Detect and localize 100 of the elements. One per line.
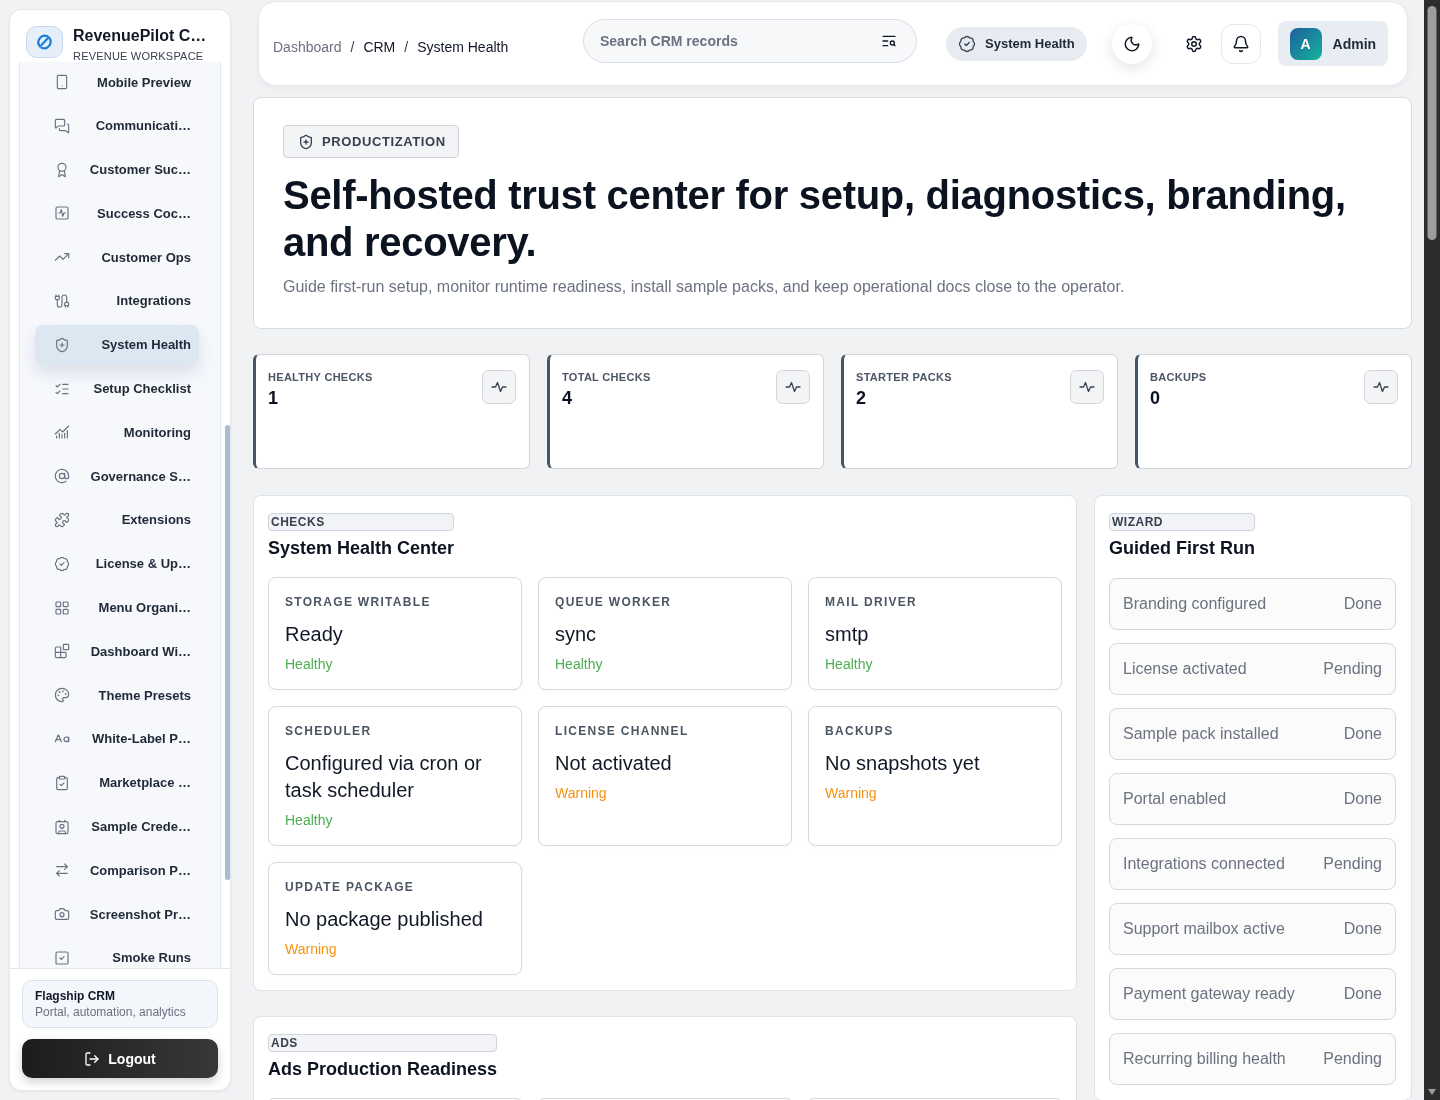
check-value: sync	[555, 622, 597, 647]
square-check-icon	[54, 949, 70, 966]
check-label: BACKUPS	[825, 723, 894, 739]
sidebar-item[interactable]: Sample Crede…	[35, 806, 199, 847]
check-status: Warning	[825, 784, 877, 803]
sidebar-item[interactable]: License & Up…	[35, 543, 199, 584]
sidebar-item[interactable]: Integrations	[35, 281, 199, 321]
section-tag: ADS	[268, 1034, 498, 1052]
check-value: Not activated	[555, 751, 672, 776]
badge-check-icon	[958, 34, 976, 53]
breadcrumb-link[interactable]: Dashboard	[273, 39, 342, 55]
step-status: Done	[1343, 985, 1382, 1003]
pulse-icon	[776, 370, 810, 404]
page-title: Self-hosted trust center for setup, diagnostics, branding, and recovery.	[283, 172, 1347, 266]
step-status: Done	[1343, 920, 1382, 938]
sidebar-item[interactable]: White-Label P…	[35, 718, 199, 759]
sidebar-item[interactable]: Customer Suc…	[35, 149, 199, 190]
check-status: Healthy	[555, 655, 603, 674]
page-scrollbar[interactable]	[1424, 0, 1440, 1100]
sidebar-item[interactable]: Setup Checklist	[35, 368, 199, 409]
step-label: Support mailbox active	[1123, 920, 1285, 938]
section-tag: CHECKS	[268, 513, 455, 531]
arrows-icon	[54, 862, 70, 879]
user-menu-button[interactable]: A Admin	[1277, 21, 1388, 66]
sidebar-item[interactable]: Comparison P…	[35, 850, 199, 891]
workspace-description: Portal, automation, analytics	[35, 1004, 187, 1020]
step-label: License activated	[1123, 660, 1247, 678]
step-label: Portal enabled	[1123, 790, 1227, 808]
search-field[interactable]: Search CRM records	[583, 18, 917, 63]
camera-icon	[54, 906, 70, 923]
blocks-icon	[54, 643, 70, 660]
stat-label: BACKUPS	[1150, 370, 1207, 384]
sidebar-item[interactable]: System Health	[35, 324, 199, 365]
stat-label: STARTER PACKS	[856, 370, 952, 384]
shield-plus-icon	[298, 133, 314, 150]
grid-icon	[54, 599, 70, 616]
check-value: No snapshots yet	[825, 751, 980, 776]
pulse-icon	[1364, 370, 1398, 404]
step-label: Sample pack installed	[1123, 725, 1279, 743]
pulse-square-icon	[54, 205, 70, 222]
sidebar-item[interactable]: Theme Presets	[35, 675, 199, 716]
moon-icon	[1122, 34, 1141, 53]
workspace-name: Flagship CRM	[35, 988, 116, 1004]
check-label: SCHEDULER	[285, 723, 372, 739]
sidebar-item[interactable]: Mobile Preview	[35, 62, 199, 102]
status-chip[interactable]: System Health	[946, 26, 1087, 61]
sidebar-item[interactable]: Communicati…	[35, 105, 199, 146]
step-status: Done	[1343, 790, 1382, 808]
notifications-button[interactable]	[1220, 23, 1261, 64]
contact-card-icon	[54, 818, 70, 835]
section-title: Ads Production Readiness	[268, 1058, 498, 1081]
check-status: Healthy	[285, 655, 333, 674]
sidebar-item[interactable]: Smoke Runs	[35, 937, 199, 968]
page-description: Guide first-run setup, monitor runtime readiness, install sample packs, and keep operational docs close to the operator.	[283, 277, 1126, 297]
step-label: Branding configured	[1123, 595, 1267, 613]
check-value: Configured via cron or task scheduler	[285, 751, 483, 803]
check-label: STORAGE WRITABLE	[285, 594, 431, 610]
sidebar-item[interactable]: Success Coc…	[35, 193, 199, 234]
sidebar-item[interactable]: Monitoring	[35, 412, 199, 453]
section-title: Guided First Run	[1109, 537, 1255, 560]
theme-toggle-button[interactable]	[1111, 23, 1152, 64]
sidebar-scrollbar[interactable]	[225, 425, 230, 880]
step-label: Recurring billing health	[1123, 1050, 1286, 1068]
stat-label: TOTAL CHECKS	[562, 370, 651, 384]
check-value: Ready	[285, 622, 343, 647]
step-status: Pending	[1323, 660, 1382, 678]
sidebar-item[interactable]: Dashboard Wi…	[35, 631, 199, 672]
check-value: No package published	[285, 907, 483, 932]
step-status: Pending	[1323, 1050, 1382, 1068]
logout-button[interactable]: Logout	[22, 1039, 218, 1078]
stat-value: 4	[562, 387, 573, 410]
step-status: Done	[1343, 725, 1382, 743]
sidebar-item[interactable]: Extensions	[35, 499, 199, 540]
badge-label: PRODUCTIZATION	[322, 134, 446, 149]
section-title: System Health Center	[268, 537, 455, 560]
step-status: Done	[1343, 595, 1382, 613]
shield-plus-icon	[54, 336, 70, 353]
check-label: UPDATE PACKAGE	[285, 879, 415, 895]
brand-name: RevenuePilot C…	[73, 26, 207, 46]
pulse-icon	[1070, 370, 1104, 404]
clipboard-check-icon	[54, 774, 70, 791]
sidebar-item[interactable]: Screenshot Pr…	[35, 894, 199, 935]
puzzle-icon	[54, 511, 70, 528]
breadcrumb-separator: /	[404, 39, 409, 55]
stat-value: 0	[1150, 387, 1161, 410]
pulse-icon	[482, 370, 516, 404]
badge-check-icon	[54, 555, 70, 572]
check-status: Warning	[285, 940, 337, 959]
sidebar-item[interactable]: Menu Organi…	[35, 587, 199, 628]
bell-icon	[1231, 34, 1250, 53]
breadcrumb-item: CRM	[363, 39, 396, 55]
palette-icon	[54, 687, 70, 704]
award-icon	[54, 161, 70, 178]
brand-subtitle: REVENUE WORKSPACE	[73, 49, 205, 63]
sidebar-item[interactable]: Governance S…	[35, 456, 199, 497]
sidebar-item[interactable]: Marketplace …	[35, 762, 199, 803]
sidebar-item[interactable]: Customer Ops	[35, 237, 199, 278]
check-status: Warning	[555, 784, 607, 803]
at-sign-icon	[54, 468, 70, 485]
check-status: Healthy	[825, 655, 873, 674]
